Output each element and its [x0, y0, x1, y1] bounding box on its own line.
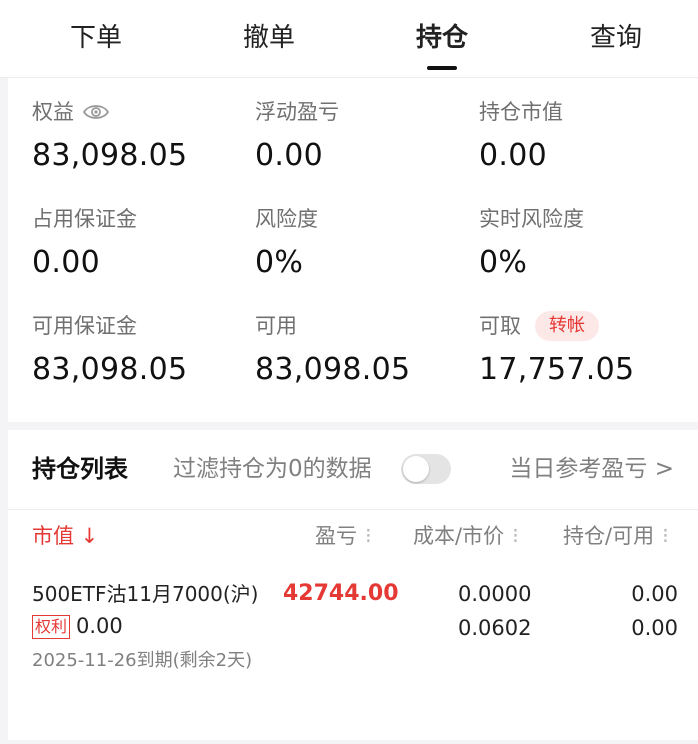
account-summary-panel: 权益 83,098.05 浮动盈亏 0.00 持仓市值 0.00 占用保证金 0… [8, 78, 698, 422]
equity-label-wrap: 权益 [32, 98, 187, 126]
tab-query[interactable]: 查询 [551, 16, 681, 60]
column-position-available-label: 持仓/可用 [563, 524, 655, 548]
top-tab-bar: 下单 撤单 持仓 查询 [0, 0, 698, 78]
eye-icon[interactable] [82, 103, 110, 121]
withdrawable-cell: 可取 转帐 17,757.05 [479, 311, 635, 390]
holdings-title: 持仓列表 [32, 455, 128, 483]
withdrawable-label: 可取 [479, 314, 521, 338]
used-margin-value: 0.00 [32, 245, 100, 280]
column-pnl-label: 盈亏 [315, 524, 357, 548]
available-margin-cell: 可用保证金 83,098.05 [32, 312, 187, 390]
floating-pnl-label: 浮动盈亏 [255, 100, 339, 124]
risk-label: 风险度 [255, 207, 318, 231]
daily-reference-pnl-link[interactable]: 当日参考盈亏 > [509, 452, 674, 486]
filter-zero-label[interactable]: 过滤持仓为0的数据 [173, 452, 372, 486]
withdrawable-label-wrap: 可取 转帐 [479, 311, 634, 341]
filter-zero-toggle[interactable] [401, 454, 451, 484]
row-cost-value: 0.0000 [458, 582, 532, 606]
position-value-label: 持仓市值 [479, 100, 563, 124]
equity-label: 权益 [32, 100, 74, 124]
risk-cell: 风险度 0% [255, 205, 318, 283]
realtime-risk-label: 实时风险度 [479, 207, 584, 231]
risk-value: 0% [255, 245, 304, 280]
floating-pnl-cell: 浮动盈亏 0.00 [255, 98, 339, 176]
realtime-risk-value: 0% [479, 245, 528, 280]
position-value-value: 0.00 [479, 138, 547, 173]
transfer-button[interactable]: 转帐 [535, 311, 599, 341]
position-value-cell: 持仓市值 0.00 [479, 98, 563, 176]
used-margin-label: 占用保证金 [32, 207, 137, 231]
column-menu-icon: ⁝ [662, 524, 669, 548]
used-margin-cell: 占用保证金 0.00 [32, 205, 137, 283]
row-pnl-value: 42744.00 [283, 581, 399, 606]
column-market-value[interactable]: 市值 ↓ [32, 522, 98, 550]
contract-name: 500ETF沽11月7000(沪) [32, 582, 259, 606]
available-value: 83,098.05 [255, 352, 411, 387]
row-expiry-date: 2025-11-26到期(剩余2天) [32, 650, 253, 671]
holdings-header: 持仓列表 过滤持仓为0的数据 当日参考盈亏 > [8, 430, 698, 510]
row-available-value: 0.00 [631, 616, 678, 640]
row-position-value: 0.00 [631, 582, 678, 606]
rights-badge: 权利 [32, 615, 71, 639]
row-price-value: 0.0602 [458, 616, 532, 640]
column-pnl[interactable]: 盈亏 ⁝ [315, 522, 372, 550]
available-margin-label: 可用保证金 [32, 314, 137, 338]
withdrawable-value: 17,757.05 [479, 352, 635, 387]
realtime-risk-cell: 实时风险度 0% [479, 205, 584, 283]
tab-cancel-order[interactable]: 撤单 [204, 16, 334, 60]
available-cell: 可用 83,098.05 [255, 312, 410, 390]
tab-positions[interactable]: 持仓 [377, 16, 507, 60]
column-menu-icon: ⁝ [512, 524, 519, 548]
equity-value: 83,098.05 [32, 138, 188, 173]
equity-cell: 权益 83,098.05 [32, 98, 187, 176]
tab-place-order[interactable]: 下单 [31, 16, 161, 60]
available-label: 可用 [255, 314, 297, 338]
available-margin-value: 83,098.05 [32, 352, 188, 387]
holdings-panel: 持仓列表 过滤持仓为0的数据 当日参考盈亏 > 市值 ↓ 盈亏 ⁝ 成本/市价 ⁝ … [8, 430, 698, 740]
column-position-available[interactable]: 持仓/可用 ⁝ [563, 522, 669, 550]
column-cost-price[interactable]: 成本/市价 ⁝ [413, 522, 519, 550]
row-market-value: 0.00 [76, 614, 123, 638]
floating-pnl-value: 0.00 [255, 138, 323, 173]
active-tab-indicator [427, 66, 457, 70]
column-cost-price-label: 成本/市价 [413, 524, 505, 548]
toggle-knob [403, 456, 429, 482]
column-menu-icon: ⁝ [365, 524, 372, 548]
